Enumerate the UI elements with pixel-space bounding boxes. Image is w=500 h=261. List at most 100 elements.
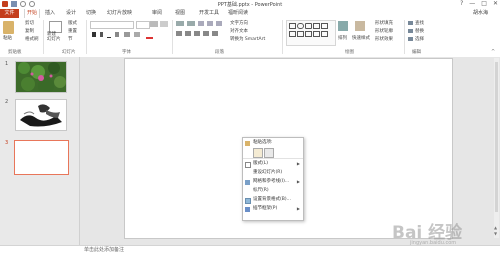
help-button[interactable]: ? — [460, 0, 463, 7]
font-group-label: 字体 — [122, 50, 131, 55]
slide-thumbnail-2[interactable] — [15, 99, 67, 131]
shapes-gallery[interactable] — [286, 20, 336, 46]
columns-icon[interactable] — [212, 31, 218, 36]
align-center-icon[interactable] — [185, 31, 191, 36]
shape-fill-button[interactable]: 形状填充 — [375, 20, 393, 26]
brace-shape-icon[interactable] — [313, 31, 320, 37]
editing-group-label: 编辑 — [412, 50, 421, 55]
tab-design[interactable]: 设计 — [66, 9, 76, 18]
paste-label[interactable]: 粘贴 — [3, 35, 12, 41]
callout-shape-icon[interactable] — [321, 31, 328, 37]
tab-review[interactable]: 审阅 — [152, 9, 162, 18]
bold-icon[interactable] — [92, 32, 96, 37]
justify-icon[interactable] — [203, 31, 209, 36]
minimize-button[interactable]: — — [469, 0, 475, 7]
section-button[interactable]: 节 — [68, 36, 73, 42]
collapse-ribbon-icon[interactable]: ^ — [491, 49, 495, 55]
font-name-dropdown[interactable] — [90, 21, 134, 29]
font-color-icon[interactable] — [146, 32, 153, 39]
tab-developer[interactable]: 开发工具 — [199, 9, 219, 18]
cut-button[interactable]: 剪切 — [25, 20, 34, 26]
menu-item-ruler[interactable]: 标尺(R) — [243, 187, 303, 195]
close-button[interactable]: ✕ — [493, 0, 498, 7]
font-size-dropdown[interactable] — [136, 21, 150, 29]
shadow-icon[interactable] — [115, 32, 119, 37]
text-direction-button[interactable]: 文字方向 — [230, 20, 248, 26]
grow-font-icon[interactable] — [150, 21, 158, 27]
char-spacing-icon[interactable] — [134, 32, 140, 37]
shape-outline-button[interactable]: 形状轮廓 — [375, 28, 393, 34]
strikethrough-icon[interactable] — [124, 32, 130, 37]
user-name[interactable]: 胡水海 — [473, 9, 488, 18]
tab-file[interactable]: 文件 — [0, 9, 19, 18]
arrow-shape-icon[interactable] — [321, 23, 328, 29]
align-text-button[interactable]: 对齐文本 — [230, 28, 248, 34]
rounded-rect-shape-icon[interactable] — [305, 23, 312, 29]
ink-painting-image — [16, 100, 66, 130]
scrollbar-thumb[interactable] — [495, 62, 498, 212]
menu-divider — [243, 158, 303, 159]
arrange-icon[interactable] — [338, 21, 348, 31]
submenu-arrow-icon: ▶ — [296, 161, 300, 166]
slide-thumbnail-3[interactable] — [14, 140, 69, 175]
line-spacing-icon[interactable] — [216, 21, 222, 26]
layout-button[interactable]: 版式 — [68, 20, 77, 26]
quick-styles-button[interactable]: 快速样式 — [352, 35, 370, 41]
menu-item-reset-slide[interactable]: 重设幻灯片(R) — [243, 169, 303, 177]
menu-item-insert-section[interactable]: 插节框架(P) ▶ — [243, 205, 303, 213]
ribbon-separator — [404, 20, 405, 54]
underline-icon[interactable] — [107, 32, 111, 38]
numbering-icon[interactable] — [187, 21, 195, 26]
decrease-indent-icon[interactable] — [198, 21, 204, 26]
format-painter-button[interactable]: 格式刷 — [25, 36, 39, 42]
select-button[interactable]: 选择 — [415, 36, 424, 42]
maximize-button[interactable]: □ — [481, 0, 487, 7]
align-right-icon[interactable] — [194, 31, 200, 36]
vertical-scrollbar[interactable] — [494, 58, 499, 238]
layout-icon — [245, 161, 251, 168]
find-icon[interactable] — [408, 21, 413, 25]
reset-button[interactable]: 重置 — [68, 28, 77, 34]
triangle-shape-icon[interactable] — [313, 23, 320, 29]
tab-home[interactable]: 开始 — [24, 9, 40, 18]
find-button[interactable]: 查找 — [415, 20, 424, 26]
select-icon[interactable] — [408, 37, 413, 41]
slide-thumbnail-1[interactable] — [15, 61, 67, 93]
align-left-icon[interactable] — [176, 31, 182, 36]
copy-button[interactable]: 复制 — [25, 28, 34, 34]
bullets-icon[interactable] — [176, 21, 184, 26]
baidu-watermark: Bai 经验 jingyan.baidu.com — [392, 216, 492, 250]
notes-placeholder[interactable]: 单击此处添加备注 — [84, 246, 124, 253]
paste-picture-icon[interactable] — [264, 148, 274, 158]
menu-item-grid-guides[interactable]: 网格和参考线(I)... ▶ — [243, 178, 303, 186]
tab-transitions[interactable]: 切换 — [86, 9, 96, 18]
clear-format-icon[interactable] — [160, 21, 168, 27]
smartart-button[interactable]: 转换为 SmartArt — [230, 36, 265, 42]
italic-icon[interactable] — [100, 32, 103, 37]
star-shape-icon[interactable] — [297, 31, 304, 37]
tab-view[interactable]: 视图 — [175, 9, 185, 18]
replace-icon[interactable] — [408, 29, 413, 33]
menu-item-format-background[interactable]: 设置背景格式(B)... — [243, 196, 303, 204]
paste-keep-format-icon[interactable] — [253, 148, 263, 158]
watermark-url: jingyan.baidu.com — [410, 240, 457, 246]
paste-icon — [245, 140, 250, 146]
replace-button[interactable]: 替换 — [415, 28, 424, 34]
line-shape-icon[interactable] — [289, 31, 296, 37]
bracket-shape-icon[interactable] — [305, 31, 312, 37]
shape-effects-button[interactable]: 形状效果 — [375, 36, 393, 42]
rectangle-shape-icon[interactable] — [289, 23, 296, 29]
increase-indent-icon[interactable] — [207, 21, 213, 26]
window-controls: ? — □ ✕ — [460, 0, 498, 7]
tab-animations-slideshow[interactable]: 幻灯片放映 — [107, 9, 132, 18]
tab-insert[interactable]: 插入 — [45, 9, 55, 18]
prev-next-slide-buttons[interactable]: ▲ ▼ — [494, 225, 499, 237]
quick-styles-icon[interactable] — [355, 21, 365, 31]
oval-shape-icon[interactable] — [297, 23, 304, 29]
drawing-group-label: 绘图 — [345, 50, 354, 55]
tab-foxit[interactable]: 福昕阅读 — [228, 9, 248, 18]
paste-icon[interactable] — [3, 21, 14, 34]
arrange-button[interactable]: 排列 — [338, 35, 347, 41]
new-slide-label[interactable]: 新建 幻灯片 — [47, 32, 65, 42]
menu-item-layout[interactable]: 版式(L) ▶ — [243, 160, 303, 168]
